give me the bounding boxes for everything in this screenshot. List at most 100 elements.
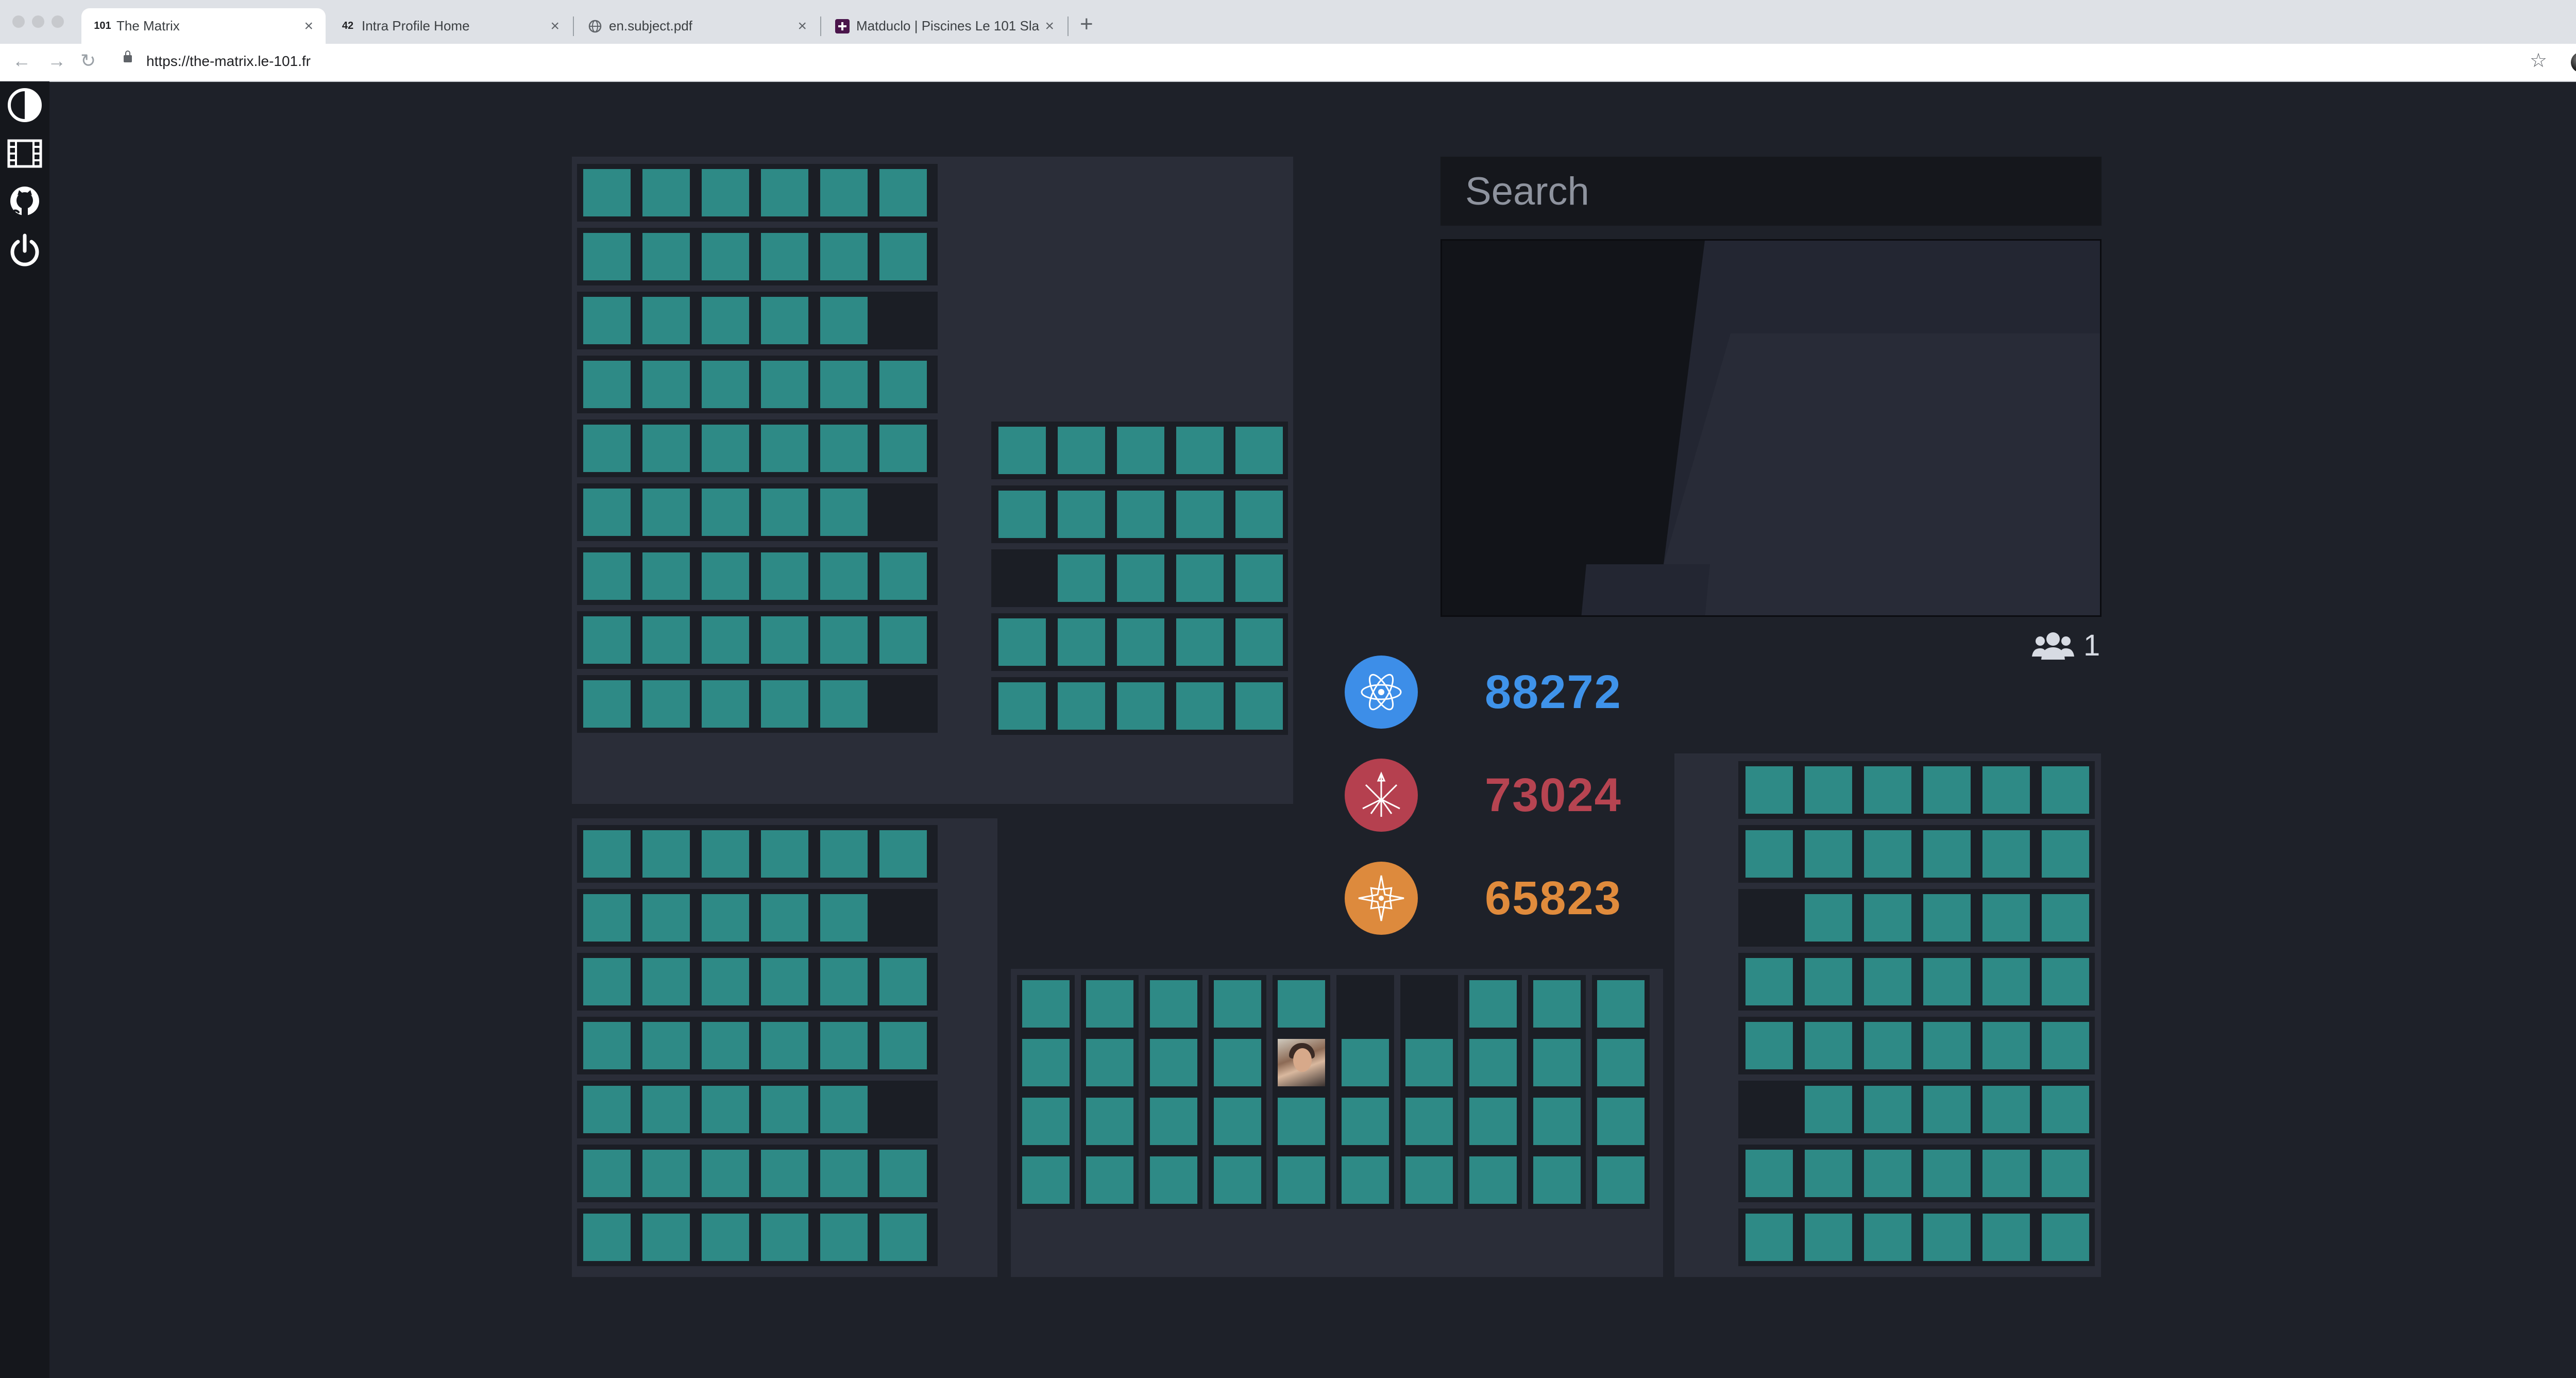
workstation-seat[interactable] <box>1864 830 1911 878</box>
workstation-seat[interactable] <box>642 830 690 878</box>
empty-seat[interactable] <box>998 554 1046 602</box>
workstation-seat[interactable] <box>761 616 808 664</box>
workstation-seat[interactable] <box>1597 1039 1645 1086</box>
workstation-seat[interactable] <box>1278 1156 1325 1204</box>
workstation-seat[interactable] <box>702 489 749 536</box>
address-bar[interactable]: https://the-matrix.le-101.fr <box>146 53 311 70</box>
workstation-seat[interactable] <box>1086 1039 1133 1086</box>
empty-seat[interactable] <box>1342 980 1389 1028</box>
workstation-seat[interactable] <box>642 1214 690 1261</box>
window-minimize-button[interactable] <box>32 15 44 28</box>
tab-matduclo-slack[interactable]: Matduclo | Piscines Le 101 Sla × <box>821 8 1066 44</box>
workstation-seat[interactable] <box>1086 1156 1133 1204</box>
workstation-seat[interactable] <box>1533 980 1581 1028</box>
workstation-seat[interactable] <box>583 958 631 1005</box>
workstation-seat[interactable] <box>642 1022 690 1069</box>
bookmark-star-icon[interactable]: ☆ <box>2530 49 2547 72</box>
workstation-seat[interactable] <box>879 425 927 472</box>
workstation-seat[interactable] <box>1150 1039 1197 1086</box>
workstation-seat[interactable] <box>1214 1039 1261 1086</box>
workstation-seat[interactable] <box>1086 1098 1133 1145</box>
workstation-seat[interactable] <box>1533 1098 1581 1145</box>
workstation-seat[interactable] <box>820 169 868 216</box>
workstation-seat[interactable] <box>879 361 927 408</box>
workstation-seat[interactable] <box>820 361 868 408</box>
workstation-seat[interactable] <box>820 616 868 664</box>
workstation-seat[interactable] <box>1469 1039 1517 1086</box>
workstation-seat[interactable] <box>1982 1150 2030 1197</box>
workstation-seat[interactable] <box>1150 1098 1197 1145</box>
workstation-seat[interactable] <box>820 1086 868 1133</box>
workstation-seat[interactable] <box>1235 554 1283 602</box>
workstation-seat[interactable] <box>1117 618 1164 666</box>
workstation-seat[interactable] <box>820 680 868 728</box>
workstation-seat[interactable] <box>1982 830 2030 878</box>
workstation-seat[interactable] <box>1117 682 1164 730</box>
workstation-seat[interactable] <box>1022 1039 1070 1086</box>
workstation-seat[interactable] <box>1022 980 1070 1028</box>
workstation-seat[interactable] <box>1864 1022 1911 1069</box>
workstation-seat[interactable] <box>1745 1214 1793 1261</box>
workstation-seat[interactable] <box>998 491 1046 538</box>
workstation-seat[interactable] <box>879 1022 927 1069</box>
workstation-seat[interactable] <box>1235 491 1283 538</box>
workstation-seat[interactable] <box>1150 1156 1197 1204</box>
workstation-seat[interactable] <box>1235 618 1283 666</box>
workstation-seat[interactable] <box>642 1150 690 1197</box>
workstation-seat[interactable] <box>642 297 690 344</box>
workstation-seat[interactable] <box>2042 1214 2089 1261</box>
workstation-seat[interactable] <box>702 894 749 942</box>
power-icon[interactable] <box>5 231 44 270</box>
workstation-seat[interactable] <box>2042 894 2089 942</box>
workstation-seat[interactable] <box>761 425 808 472</box>
workstation-seat[interactable] <box>583 680 631 728</box>
workstation-seat[interactable] <box>1982 1086 2030 1133</box>
workstation-seat[interactable] <box>702 616 749 664</box>
workstation-seat[interactable] <box>879 1150 927 1197</box>
workstation-seat[interactable] <box>583 233 631 280</box>
workstation-seat[interactable] <box>1805 958 1852 1005</box>
workstation-seat[interactable] <box>879 830 927 878</box>
workstation-seat[interactable] <box>1982 1022 2030 1069</box>
workstation-seat[interactable] <box>879 169 927 216</box>
workstation-seat[interactable] <box>998 427 1046 474</box>
workstation-seat[interactable] <box>1533 1156 1581 1204</box>
window-close-button[interactable] <box>12 15 25 28</box>
tab-close-icon[interactable]: × <box>1045 18 1054 35</box>
workstation-seat[interactable] <box>642 958 690 1005</box>
workstation-seat[interactable] <box>1805 766 1852 814</box>
workstation-seat[interactable] <box>1864 894 1911 942</box>
workstation-seat[interactable] <box>1022 1098 1070 1145</box>
workstation-seat[interactable] <box>1176 618 1224 666</box>
workstation-seat[interactable] <box>1982 958 2030 1005</box>
workstation-seat[interactable] <box>879 616 927 664</box>
workstation-seat[interactable] <box>1235 682 1283 730</box>
workstation-seat[interactable] <box>1597 980 1645 1028</box>
workstation-seat[interactable] <box>1150 980 1197 1028</box>
workstation-seat[interactable] <box>879 552 927 600</box>
workstation-seat[interactable] <box>1597 1098 1645 1145</box>
tab-the-matrix[interactable]: 101 The Matrix × <box>81 8 326 44</box>
workstation-seat[interactable] <box>1805 1150 1852 1197</box>
workstation-seat[interactable] <box>1058 427 1105 474</box>
tab-close-icon[interactable]: × <box>304 18 313 35</box>
workstation-seat[interactable] <box>702 233 749 280</box>
workstation-seat[interactable] <box>1597 1156 1645 1204</box>
empty-seat[interactable] <box>879 680 927 728</box>
workstation-seat[interactable] <box>1805 830 1852 878</box>
workstation-seat[interactable] <box>820 894 868 942</box>
workstation-seat[interactable] <box>702 361 749 408</box>
workstation-seat[interactable] <box>1923 894 1971 942</box>
workstation-seat[interactable] <box>1278 1098 1325 1145</box>
workstation-seat[interactable] <box>820 1022 868 1069</box>
workstation-seat[interactable] <box>1117 427 1164 474</box>
theme-toggle-icon[interactable] <box>5 86 44 125</box>
workstation-seat[interactable] <box>1805 1086 1852 1133</box>
workstation-seat[interactable] <box>1405 1039 1453 1086</box>
workstation-seat[interactable] <box>1864 766 1911 814</box>
workstation-seat[interactable] <box>1982 1214 2030 1261</box>
workstation-seat[interactable] <box>1923 1086 1971 1133</box>
empty-seat[interactable] <box>1745 894 1793 942</box>
workstation-seat[interactable] <box>2042 958 2089 1005</box>
reload-icon[interactable]: ↻ <box>80 50 96 72</box>
